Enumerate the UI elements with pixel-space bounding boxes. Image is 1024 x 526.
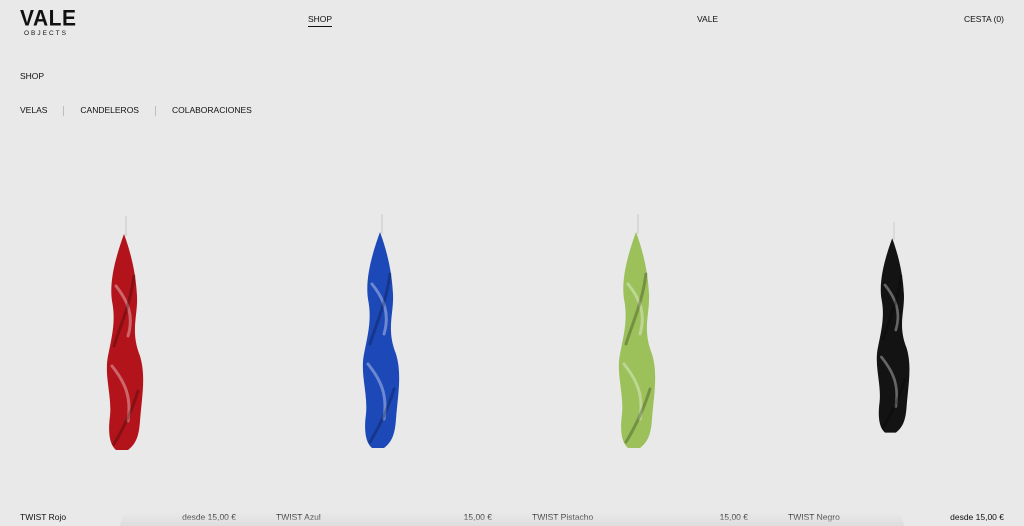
candle-body [106,234,144,450]
twist-candle-image [106,216,144,450]
candle-body [876,238,910,433]
candle-body [362,232,400,448]
product-card[interactable]: TWIST Pistacho 15,00 € [532,180,748,526]
product-name[interactable]: TWIST Pistacho [532,512,593,522]
candle-body [618,232,656,448]
product-price: desde 15,00 € [182,512,236,522]
category-candeleros[interactable]: CANDELEROS [80,105,139,116]
page-title: SHOP [20,71,45,81]
product-card[interactable]: TWIST Negro desde 15,00 € [788,180,1004,526]
category-colaboraciones[interactable]: COLABORACIONES [172,105,252,116]
twist-candle-image [618,214,656,448]
logo-subtitle: OBJECTS [24,30,68,37]
twist-candle-image [362,214,400,448]
cart-link[interactable]: CESTA (0) [964,14,1004,24]
product-image[interactable] [20,180,236,480]
nav-vale-link[interactable]: VALE [697,14,718,24]
vale-objects-logo[interactable]: VALE OBJECTS [20,6,77,38]
product-price: desde 15,00 € [950,512,1004,522]
category-divider [154,105,156,116]
twist-candle-image [876,222,910,433]
product-name[interactable]: TWIST Rojo [20,512,66,522]
logo-wordmark: VALE [20,6,77,31]
product-price: 15,00 € [463,512,492,522]
product-image[interactable] [788,180,1004,480]
nav-shop-link[interactable]: SHOP [308,14,333,27]
product-image[interactable] [276,180,492,480]
category-divider [63,105,65,116]
category-filter-bar: VELAS CANDELEROS COLABORACIONES [20,105,252,116]
product-image[interactable] [532,180,748,480]
shop-page: VALE OBJECTS SHOP VALE CESTA (0) SHOP VE… [0,0,1024,526]
product-name[interactable]: TWIST Negro [788,512,840,522]
product-price: 15,00 € [719,512,748,522]
product-card[interactable]: TWIST Rojo desde 15,00 € [20,180,236,526]
category-velas[interactable]: VELAS [20,105,47,116]
scroll-shadow [120,512,904,526]
product-card[interactable]: TWIST Azul 15,00 € [276,180,492,526]
product-name[interactable]: TWIST Azul [276,512,321,522]
